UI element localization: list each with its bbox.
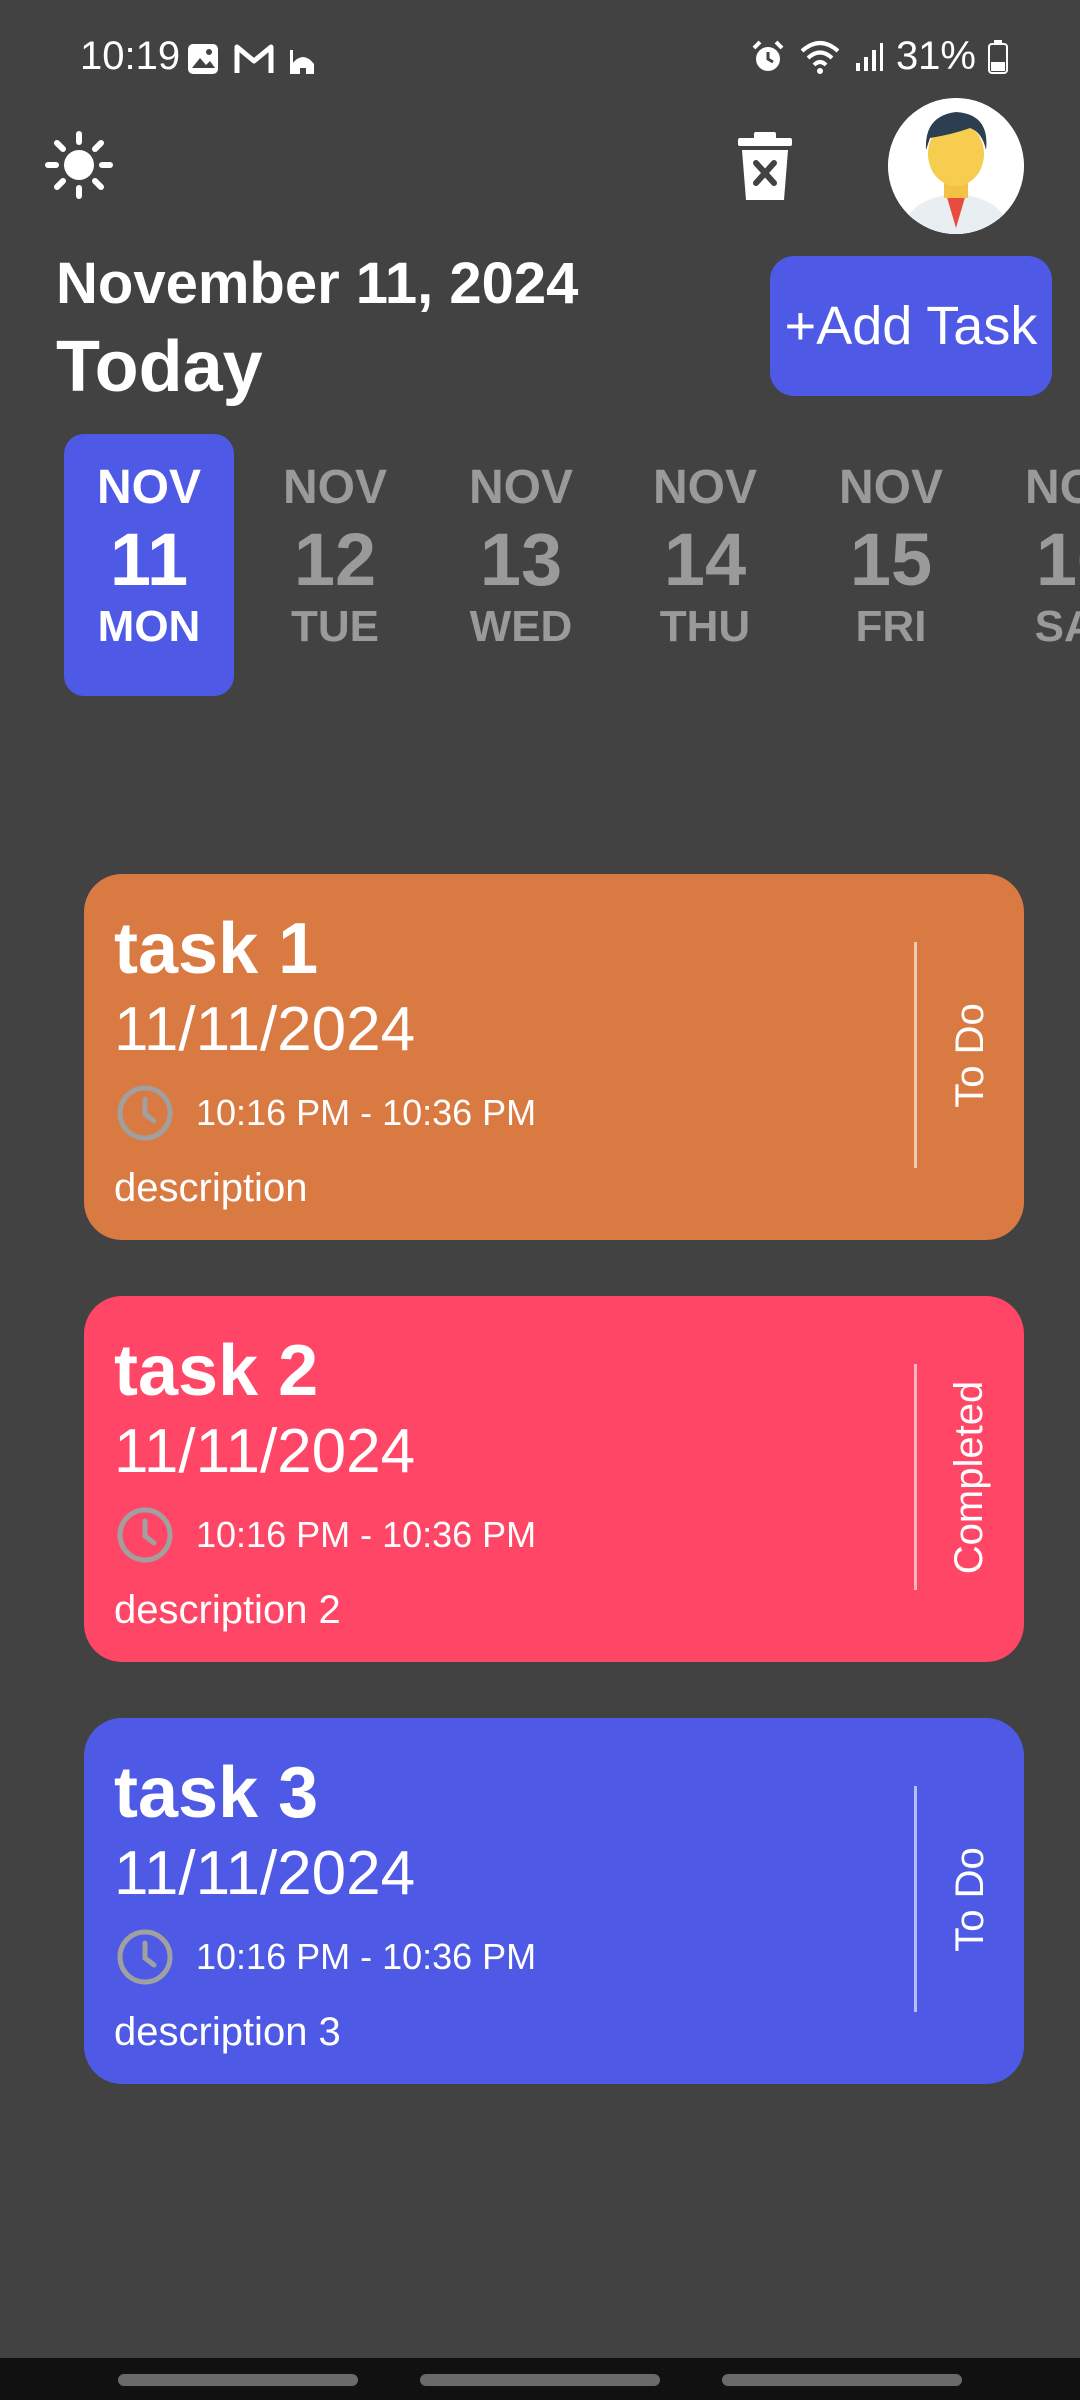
task-status-label: To Do [947,1002,992,1108]
task-description: description 2 [114,1588,341,1632]
date-month: NOV [96,461,201,514]
date-month: NOV [282,461,387,514]
task-divider [914,942,917,1168]
date-month: NOV [838,461,943,514]
date-day: 12 [293,518,377,601]
task-time: 10:16 PM - 10:36 PM [196,1936,537,1977]
notification-icons [186,42,318,76]
task-status-label: To Do [947,1846,992,1952]
battery-icon [988,39,1008,74]
date-weekday: MON [97,602,201,651]
date-month: NOV [652,461,757,514]
date-day: 13 [479,518,563,601]
nav-recents-handle[interactable] [118,2374,358,2386]
task-card[interactable]: task 1 11/11/2024 10:16 PM - 10:36 PM de… [84,874,1024,1240]
task-card[interactable]: task 3 11/11/2024 10:16 PM - 10:36 PM de… [84,1718,1024,2084]
add-task-button[interactable]: +Add Task [770,256,1052,396]
date-item[interactable]: NOV 11 MON [64,434,234,696]
date-weekday: THU [659,602,751,651]
app-screen: 10:19 31% November 11, 2024 Today +Add T… [0,0,1080,2400]
clock-icon [117,1929,173,1985]
date-day: 14 [663,518,747,601]
date-item[interactable]: NOV 12 TUE [250,434,420,696]
task-date: 11/11/2024 [114,1839,416,1908]
task-title: task 1 [114,909,319,989]
task-divider [914,1786,917,2012]
signal-icon [855,42,883,71]
today-label: Today [56,327,263,407]
alarm-icon [752,40,784,71]
status-time: 10:19 [80,34,181,78]
date-day: 15 [849,518,933,601]
date-item[interactable]: NOV 14 THU [620,434,790,696]
wifi-icon [800,40,840,74]
current-date-heading: November 11, 2024 [56,251,579,316]
task-description: description 3 [114,2010,341,2054]
date-day: 16 [1035,518,1080,601]
nav-home-handle[interactable] [420,2374,660,2386]
battery-percent: 31% [895,34,976,78]
task-status: To Do [932,940,1008,1170]
date-month: NOV [468,461,573,514]
task-status-label: Completed [947,1380,992,1574]
nav-back-handle[interactable] [722,2374,962,2386]
delete-all-button[interactable] [736,130,794,202]
user-avatar-icon [888,98,1024,234]
clock-icon [117,1085,173,1141]
task-title: task 3 [114,1753,319,1833]
task-card[interactable]: task 2 11/11/2024 10:16 PM - 10:36 PM de… [84,1296,1024,1662]
date-month: NOV [1024,461,1080,514]
task-description: description [114,1166,308,1210]
date-picker-strip[interactable]: NOV 11 MON NOV 12 TUE NOV 13 WED NOV 14 … [0,432,1080,702]
profile-avatar[interactable] [888,98,1024,234]
system-icons: 31% [750,34,1008,79]
task-divider [914,1364,917,1590]
system-nav-bar [0,2358,1080,2400]
date-item[interactable]: NOV 13 WED [436,434,606,696]
task-time: 10:16 PM - 10:36 PM [196,1092,537,1133]
task-date: 11/11/2024 [114,1417,416,1486]
date-item[interactable]: NOV 15 FRI [806,434,976,696]
sun-icon [45,131,113,199]
task-date: 11/11/2024 [114,995,416,1064]
task-time: 10:16 PM - 10:36 PM [196,1514,537,1555]
date-weekday: FRI [855,602,927,651]
gmail-icon [234,44,274,73]
task-status: Completed [932,1362,1008,1592]
trash-icon [738,132,792,200]
task-title: task 2 [114,1331,319,1411]
date-weekday: TUE [291,602,379,651]
clock-icon [117,1507,173,1563]
date-item[interactable]: NOV 16 SAT [992,434,1080,696]
status-bar: 10:19 31% [0,0,1080,120]
theme-toggle-button[interactable] [44,130,114,200]
gallery-icon [188,44,218,74]
date-weekday: WED [469,602,573,651]
date-weekday: SAT [1034,602,1080,651]
task-status: To Do [932,1784,1008,2014]
mosque-icon [290,50,314,74]
date-day: 11 [109,518,189,601]
